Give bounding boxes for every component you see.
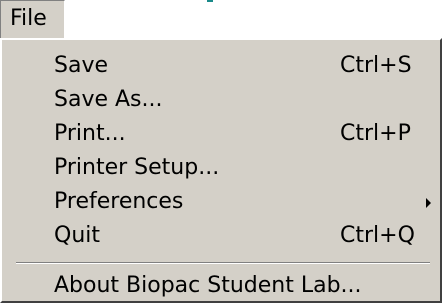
menu-item-shortcut: Ctrl+P: [340, 121, 411, 146]
menu-item-label: Print...: [54, 121, 126, 146]
menu-item-label: Preferences: [54, 189, 184, 214]
menu-item-label: Save: [54, 53, 109, 78]
file-menu-label: File: [10, 6, 47, 31]
menu-item-label: Save As...: [54, 87, 163, 112]
menu-item-preferences[interactable]: Preferences: [4, 186, 440, 218]
menu-item-quit[interactable]: Quit Ctrl+Q: [4, 220, 440, 252]
chevron-right-icon: [426, 198, 431, 208]
menu-item-shortcut: Ctrl+Q: [340, 223, 415, 248]
menu-item-save[interactable]: Save Ctrl+S: [4, 50, 440, 82]
menu-item-save-as[interactable]: Save As...: [4, 84, 440, 116]
menu-separator: [16, 262, 430, 264]
menu-item-label: Quit: [54, 223, 100, 248]
menu-item-label: Printer Setup...: [54, 155, 220, 180]
menu-bar: File: [0, 0, 442, 40]
menu-item-print[interactable]: Print... Ctrl+P: [4, 118, 440, 150]
menu-item-label: About Biopac Student Lab...: [54, 273, 362, 298]
menu-item-shortcut: Ctrl+S: [340, 53, 412, 78]
file-menu-dropdown: Save Ctrl+S Save As... Print... Ctrl+P P…: [0, 38, 442, 303]
menu-item-printer-setup[interactable]: Printer Setup...: [4, 152, 440, 184]
background-fragment: [207, 0, 213, 2]
menu-item-about[interactable]: About Biopac Student Lab...: [4, 270, 440, 302]
file-menu-button[interactable]: File: [0, 0, 65, 38]
